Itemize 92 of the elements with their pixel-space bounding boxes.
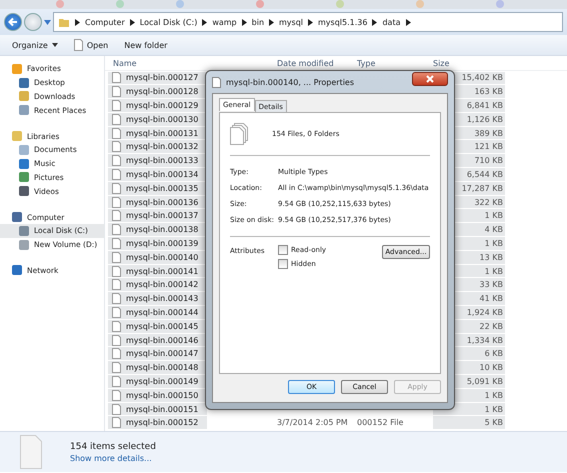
file-icon xyxy=(112,320,121,332)
column-header[interactable]: Size xyxy=(433,58,503,68)
file-icon xyxy=(112,114,121,125)
file-icon xyxy=(112,252,121,263)
file-name[interactable]: mysql-bin.000145 xyxy=(108,320,207,333)
caret-icon[interactable] xyxy=(44,20,51,24)
file-icon xyxy=(112,86,121,98)
dialog-title: mysql-bin.000140, ... Properties xyxy=(226,78,354,86)
file-name[interactable]: mysql-bin.000152 xyxy=(108,416,207,430)
back-arrow-icon xyxy=(6,15,20,29)
chevron-icon[interactable] xyxy=(242,18,247,26)
file-icon xyxy=(112,168,121,180)
file-name[interactable]: mysql-bin.000130 xyxy=(108,112,207,126)
column-header[interactable]: Date modified xyxy=(277,58,357,68)
file-icon xyxy=(112,306,121,318)
new-folder-button[interactable]: New folder xyxy=(120,38,172,52)
table-cell: 5 KB xyxy=(433,416,505,430)
open-button[interactable]: Open xyxy=(70,37,112,53)
file-name[interactable]: mysql-bin.000150 xyxy=(108,388,207,402)
show-details-link[interactable]: Show more details... xyxy=(70,454,156,462)
file-icon xyxy=(112,210,121,222)
file-icon xyxy=(20,435,42,469)
organize-button[interactable]: Organize xyxy=(8,38,62,52)
file-name[interactable]: mysql-bin.000144 xyxy=(108,306,207,319)
chevron-icon[interactable] xyxy=(202,18,208,26)
file-name[interactable]: mysql-bin.000143 xyxy=(108,292,207,306)
file-name[interactable]: mysql-bin.000131 xyxy=(108,126,207,140)
chevron-icon[interactable] xyxy=(406,18,410,26)
file-icon xyxy=(112,390,121,401)
file-icon xyxy=(112,238,121,249)
file-icon xyxy=(112,279,121,290)
breadcrumb-item[interactable]: Computer xyxy=(85,18,125,26)
file-icon xyxy=(112,72,121,84)
file-name[interactable]: mysql-bin.000139 xyxy=(108,237,207,250)
file-icon xyxy=(212,76,221,88)
files-icon xyxy=(230,123,248,145)
file-icon xyxy=(112,417,121,428)
chevron-icon[interactable] xyxy=(308,18,314,26)
chevron-icon[interactable] xyxy=(372,18,378,26)
breadcrumb-item[interactable]: mysql5.1.36 xyxy=(318,18,368,26)
file-name[interactable]: mysql-bin.000132 xyxy=(108,140,207,154)
column-header[interactable]: Name xyxy=(105,58,277,68)
file-name[interactable]: mysql-bin.000138 xyxy=(108,223,207,236)
file-icon xyxy=(112,293,121,304)
table-cell-text: 000152 File xyxy=(357,417,404,430)
file-icon xyxy=(112,141,121,152)
file-icon xyxy=(112,155,121,166)
file-name[interactable]: mysql-bin.000134 xyxy=(108,168,207,181)
close-icon xyxy=(426,75,434,83)
breadcrumb-item[interactable]: mysql xyxy=(279,18,304,26)
chevron-icon[interactable] xyxy=(75,18,80,26)
file-icon xyxy=(112,224,121,236)
caret-icon xyxy=(52,43,58,47)
file-name[interactable]: mysql-bin.000146 xyxy=(108,334,207,346)
file-icon xyxy=(112,334,121,346)
file-name[interactable]: mysql-bin.000129 xyxy=(108,99,207,112)
selection-summary: 154 items selected xyxy=(70,442,156,452)
file-name[interactable]: mysql-bin.000140 xyxy=(108,250,207,264)
file-icon xyxy=(112,182,121,194)
table-cell-text: 3/7/2014 2:05 PM xyxy=(277,417,349,430)
file-icon xyxy=(112,362,121,374)
file-name[interactable]: mysql-bin.000147 xyxy=(108,347,207,360)
file-name[interactable]: mysql-bin.000135 xyxy=(108,182,207,195)
back-button[interactable] xyxy=(4,13,22,31)
file-name[interactable]: mysql-bin.000137 xyxy=(108,209,207,222)
file-name[interactable]: mysql-bin.000149 xyxy=(108,375,207,388)
file-icon xyxy=(112,100,121,111)
chevron-icon[interactable] xyxy=(269,18,274,26)
breadcrumb-item[interactable]: bin xyxy=(252,18,264,26)
file-name[interactable]: mysql-bin.000136 xyxy=(108,196,207,208)
file-icon xyxy=(112,128,121,139)
breadcrumb-item[interactable]: Local Disk (C:) xyxy=(140,18,198,26)
file-name[interactable]: mysql-bin.000128 xyxy=(108,85,207,98)
file-icon xyxy=(112,348,121,360)
file-icon xyxy=(112,266,121,277)
file-icon xyxy=(112,376,121,387)
file-name[interactable]: mysql-bin.000151 xyxy=(108,402,207,416)
close-button[interactable] xyxy=(412,72,448,86)
file-name[interactable]: mysql-bin.000133 xyxy=(108,154,207,168)
column-header[interactable]: Type xyxy=(357,58,433,68)
chevron-icon[interactable] xyxy=(130,18,135,26)
address-bar[interactable]: Computer Local Disk (C:) wamp bin mysql mysql5.1.36 data xyxy=(53,12,563,32)
file-name[interactable]: mysql-bin.000127 xyxy=(108,72,207,84)
file-name[interactable]: mysql-bin.000142 xyxy=(108,278,207,292)
folder-icon xyxy=(58,16,70,28)
breadcrumb-item[interactable]: data xyxy=(382,18,400,26)
breadcrumb-item[interactable]: wamp xyxy=(212,18,237,26)
file-name[interactable]: mysql-bin.000148 xyxy=(108,361,207,374)
file-name[interactable]: mysql-bin.000141 xyxy=(108,264,207,278)
file-icon xyxy=(112,404,121,415)
file-icon xyxy=(112,196,121,208)
file-icon xyxy=(74,39,83,51)
